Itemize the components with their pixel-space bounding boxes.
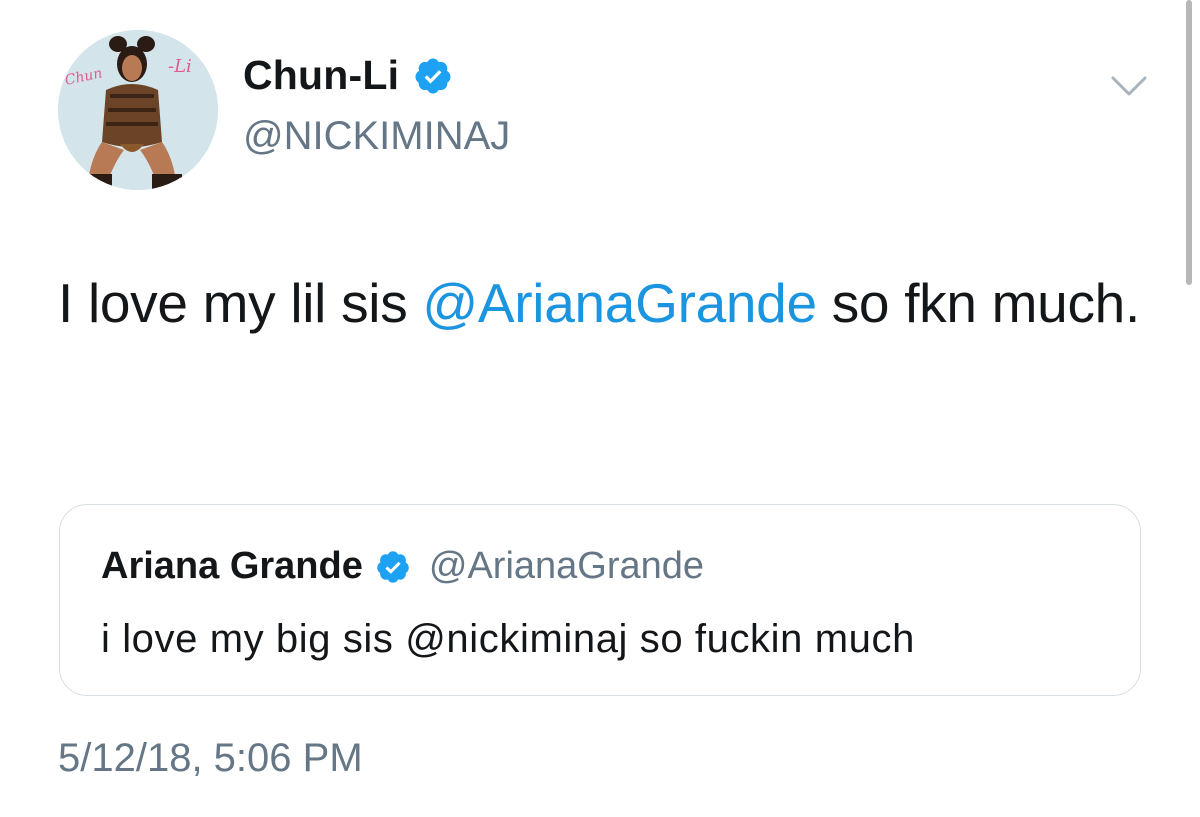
mention-link[interactable]: @ArianaGrande — [422, 272, 817, 334]
author-name[interactable]: Chun-Li — [243, 52, 453, 99]
avatar[interactable]: Chun -Li — [58, 30, 218, 190]
tweet-timestamp[interactable]: 5/12/18, 5:06 PM — [58, 736, 363, 781]
quoted-tweet-text: i love my big sis @nickiminaj so fuckin … — [101, 617, 915, 661]
svg-text:-Li: -Li — [168, 56, 192, 77]
tweet-text-before: I love my lil sis — [58, 272, 423, 334]
quoted-tweet-card[interactable]: Ariana Grande @ArianaGrande i love my bi… — [59, 504, 1141, 696]
quoted-tweet-header: Ariana Grande @ArianaGrande — [101, 545, 704, 588]
tweet-detail: Chun -Li Chun-Li @NICKIMINAJ I love my l… — [0, 0, 1200, 817]
scrollbar[interactable] — [1186, 0, 1192, 285]
tweet-text-after: so fkn much. — [816, 272, 1141, 334]
verified-badge-icon — [377, 550, 409, 583]
quoted-author-name: Ariana Grande — [101, 545, 363, 587]
author-handle[interactable]: @NICKIMINAJ — [243, 114, 510, 159]
quoted-author-handle: @ArianaGrande — [428, 545, 705, 587]
tweet-text: I love my lil sis @ArianaGrande so fkn m… — [58, 258, 1148, 348]
chevron-down-icon[interactable] — [1109, 72, 1149, 100]
author-display-name[interactable]: Chun-Li — [243, 52, 399, 99]
verified-badge-icon — [415, 58, 451, 93]
